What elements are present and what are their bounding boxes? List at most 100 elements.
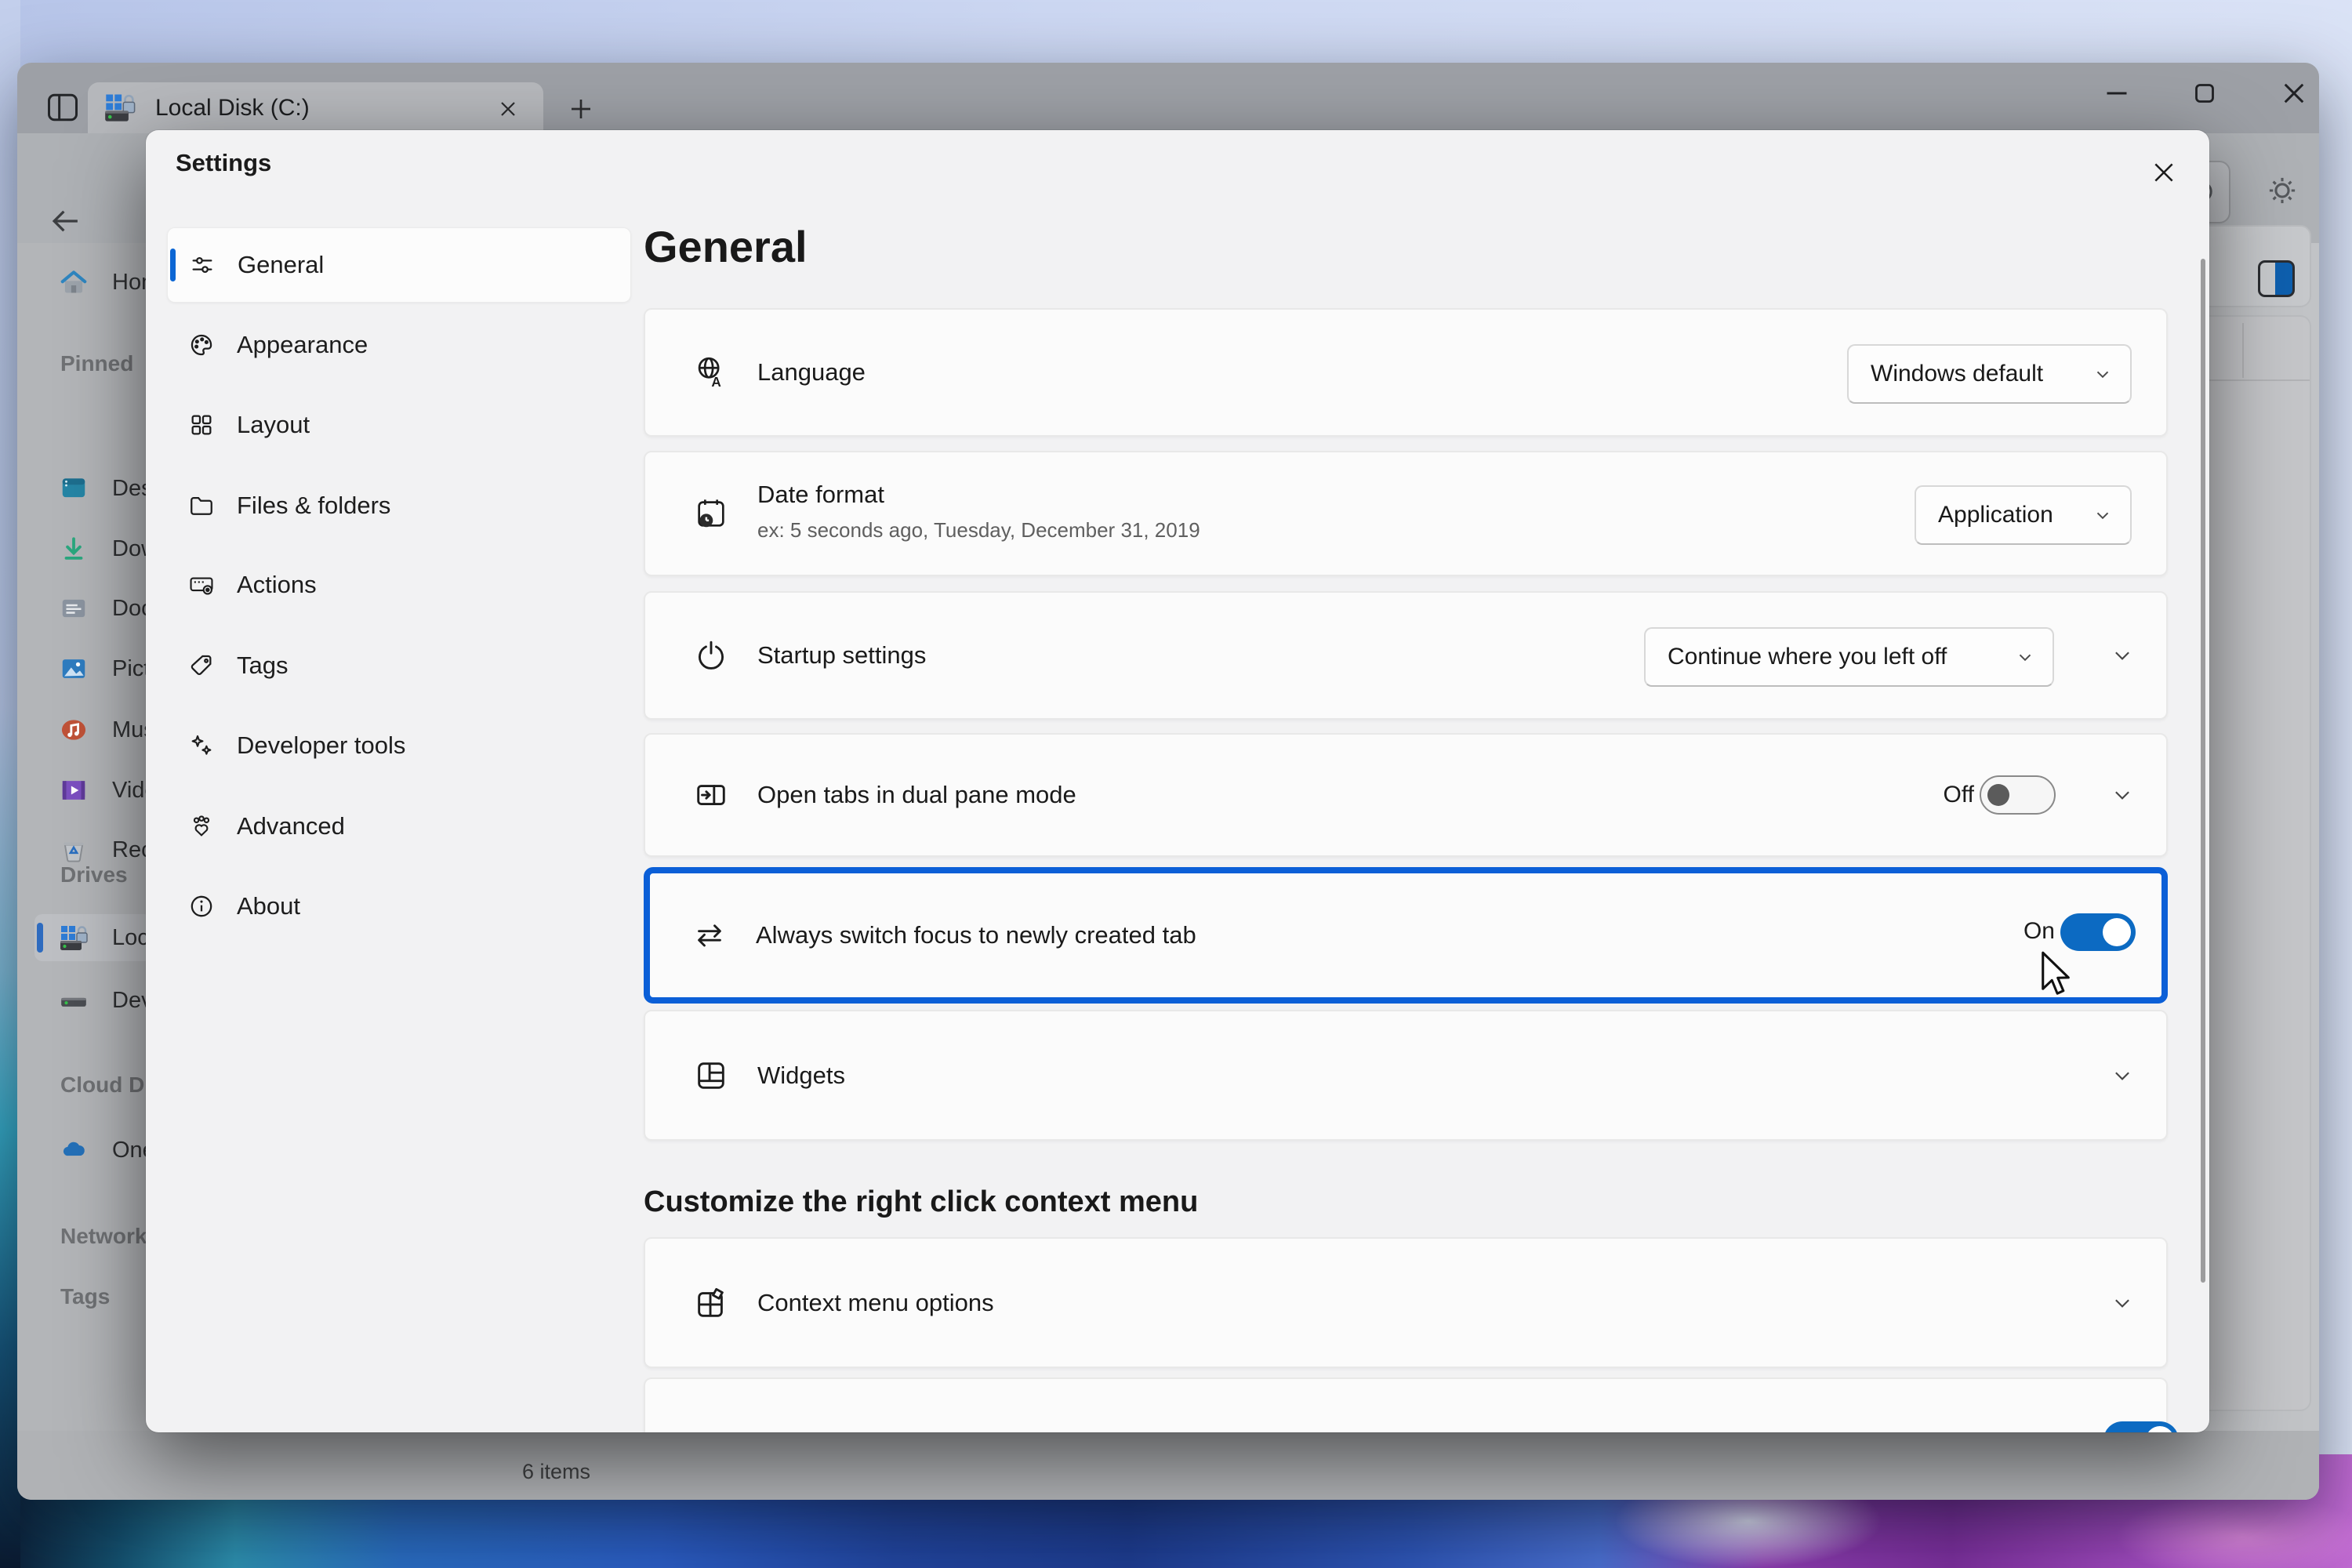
expand-chevron-icon[interactable] [2105,778,2140,812]
expand-chevron-icon[interactable] [2105,1286,2140,1320]
expand-chevron-icon[interactable] [2105,1058,2140,1093]
svg-text:A: A [711,374,720,390]
toggle-state-label: On [1961,918,2055,945]
chevron-down-icon [2015,647,2035,667]
dialog-close-icon[interactable] [2137,147,2190,198]
nav-label: Files & folders [237,492,390,520]
date-format-icon [693,495,729,532]
partial-toggle[interactable] [2103,1421,2179,1432]
sidebar-section-drives[interactable]: Drives [60,862,128,887]
status-bar [17,1431,2319,1500]
layout-icon [188,412,215,438]
drive-windows-icon [103,92,138,123]
nav-selection-indicator [170,249,176,281]
nav-label: Appearance [237,331,368,359]
settings-nav-actions[interactable]: Actions [167,545,631,625]
actions-icon [188,572,215,598]
settings-nav-files-folders[interactable]: Files & folders [167,466,631,546]
mouse-cursor [2038,950,2074,1000]
desktop: Local Disk (C:) [0,0,2352,1568]
setting-card-switch-focus[interactable]: Always switch focus to newly created tab… [644,867,2168,1004]
column-divider [2242,323,2244,378]
setting-label: Date format [757,481,884,509]
startup-dropdown[interactable]: Continue where you left off [1644,627,2054,687]
documents-icon [59,593,89,623]
window-close-icon[interactable] [2275,74,2313,112]
tab-title: Local Disk (C:) [155,95,310,122]
setting-label: Widgets [757,1062,845,1090]
date-format-dropdown[interactable]: Application [1915,485,2132,545]
chevron-down-icon [2092,364,2113,384]
sidebar-selection-indicator [37,923,43,953]
nav-label: General [238,251,324,279]
tag-icon [188,652,215,679]
settings-nav-appearance[interactable]: Appearance [167,305,631,385]
expand-chevron-icon[interactable] [2105,638,2140,673]
general-icon [189,252,216,278]
sidebar-section-pinned[interactable]: Pinned [60,351,133,376]
settings-nav-developer-tools[interactable]: Developer tools [167,706,631,786]
onedrive-icon [59,1135,89,1165]
dropdown-value: Application [1938,502,2053,528]
dev-drive-icon [59,985,89,1015]
setting-label: Startup settings [757,641,926,670]
page-title: General [644,221,808,272]
dual-pane-toggle[interactable] [1980,775,2056,815]
maximize-button[interactable] [2186,74,2223,112]
dialog-scrollbar-thumb[interactable] [2201,259,2205,1283]
gear-icon[interactable] [2263,172,2301,209]
tab-close-icon[interactable] [492,93,524,125]
nav-label: Tags [237,652,288,680]
nav-label: About [237,892,300,920]
setting-card-widgets[interactable]: Widgets [644,1010,2168,1141]
setting-label: Language [757,358,866,387]
minimize-button[interactable] [2098,74,2136,112]
chevron-down-icon [2092,505,2113,525]
recycle-bin-icon [59,835,89,865]
setting-label: Open tabs in dual pane mode [757,781,1076,809]
folder-icon [188,492,215,519]
nav-label: Layout [237,411,310,439]
setting-card-dual-pane[interactable]: Open tabs in dual pane mode Off [644,733,2168,857]
sidebar-section-tags[interactable]: Tags [60,1284,110,1309]
settings-nav-advanced[interactable]: Advanced [167,786,631,866]
preview-pane-toggle-icon[interactable] [2258,260,2295,297]
toggle-state-label: Off [1880,782,1974,808]
widgets-icon [693,1058,729,1094]
back-button[interactable] [45,201,86,241]
nav-label: Developer tools [237,731,405,760]
settings-dialog: Settings General Appearance [146,130,2209,1432]
language-dropdown[interactable]: Windows default [1847,344,2132,404]
settings-nav-tags[interactable]: Tags [167,626,631,706]
setting-card-partial [644,1377,2168,1432]
home-icon [59,267,89,297]
items-count: 6 items [522,1460,590,1484]
setting-label: Always switch focus to newly created tab [756,921,1196,949]
dropdown-value: Continue where you left off [1668,644,1947,670]
settings-nav-layout[interactable]: Layout [167,385,631,465]
nav-label: Actions [237,571,317,599]
music-icon [59,715,89,745]
desktop-icon [59,474,89,503]
new-tab-icon[interactable] [561,89,601,129]
toggle-sidebar-icon[interactable] [44,89,82,126]
sidebar-section-network[interactable]: Network [60,1224,147,1249]
switch-focus-toggle[interactable] [2060,913,2136,951]
setting-label: Context menu options [757,1289,994,1317]
advanced-icon [188,813,215,840]
setting-card-startup[interactable]: Startup settings Continue where you left… [644,591,2168,720]
nav-label: Advanced [237,812,345,840]
dropdown-value: Windows default [1871,361,2043,387]
settings-nav-about[interactable]: About [167,866,631,946]
toggle-knob [1987,784,2009,806]
tab-local-disk[interactable]: Local Disk (C:) [88,82,543,133]
setting-description: ex: 5 seconds ago, Tuesday, December 31,… [757,518,1200,543]
setting-card-context-menu[interactable]: Context menu options [644,1237,2168,1368]
dual-pane-icon [693,777,729,813]
language-icon: A [693,354,729,390]
downloads-icon [59,534,89,564]
toggle-knob [2146,1426,2174,1432]
settings-nav-general[interactable]: General [167,227,631,303]
setting-card-language: A Language Windows default [644,308,2168,437]
local-disk-icon [59,922,90,953]
